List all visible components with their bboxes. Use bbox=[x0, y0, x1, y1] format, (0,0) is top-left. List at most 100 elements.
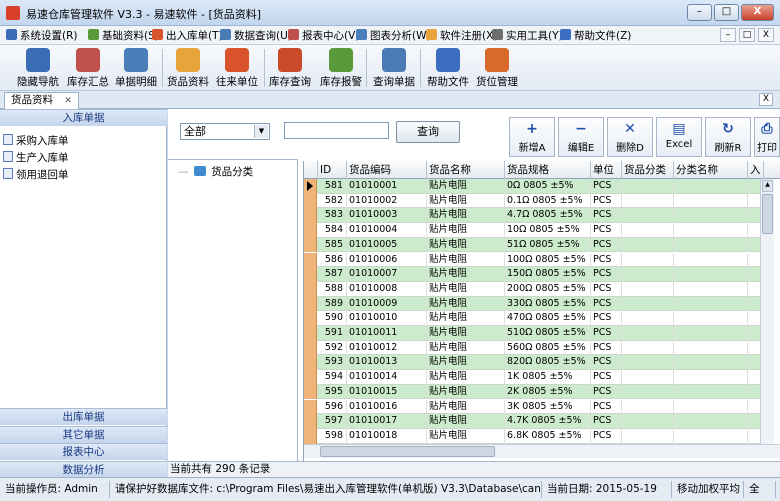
menu-item-5[interactable]: 图表分析(W) bbox=[370, 28, 431, 43]
toolbar-button-5[interactable]: 库存查询 bbox=[266, 47, 314, 89]
scroll-up-icon[interactable]: ▲ bbox=[762, 180, 773, 192]
nav-section-inbound[interactable]: 入库单据 bbox=[0, 109, 167, 126]
toolbar-button-0[interactable]: 隐藏导航 bbox=[14, 47, 62, 89]
grid-corner bbox=[304, 161, 318, 179]
action-button-4[interactable]: ↻ 刷新R bbox=[705, 117, 751, 157]
nav-section-0[interactable]: 出库单据 bbox=[0, 408, 167, 425]
column-header-6[interactable]: 分类名称 bbox=[674, 161, 748, 179]
toolbar-button-8[interactable]: 帮助文件 bbox=[424, 47, 472, 89]
maximize-button[interactable]: □ bbox=[714, 4, 739, 21]
row-header[interactable] bbox=[304, 252, 317, 268]
column-header-1[interactable]: 货品编码 bbox=[347, 161, 427, 179]
menu-item-7[interactable]: 实用工具(Y) bbox=[506, 28, 563, 43]
table-row[interactable]: 588 01010008 贴片电阻 200Ω 0805 ±5% PCS bbox=[304, 281, 760, 297]
chevron-down-icon[interactable]: ▼ bbox=[254, 125, 268, 138]
toolbar-button-7[interactable]: 查询单据 bbox=[368, 47, 420, 89]
close-button[interactable]: X bbox=[741, 4, 774, 21]
row-header[interactable] bbox=[304, 355, 317, 371]
tab-close-icon[interactable]: ✕ bbox=[64, 96, 72, 106]
table-row[interactable]: 598 01010018 贴片电阻 6.8K 0805 ±5% PCS bbox=[304, 428, 760, 444]
table-row[interactable]: 587 01010007 贴片电阻 150Ω 0805 ±5% PCS bbox=[304, 267, 760, 282]
nav-item-2[interactable]: 领用退回单 bbox=[3, 167, 69, 182]
menu-item-6[interactable]: 软件注册(X) bbox=[440, 28, 497, 43]
row-header[interactable] bbox=[304, 179, 317, 194]
minimize-button[interactable]: – bbox=[687, 4, 712, 21]
mdi-control-0[interactable]: – bbox=[720, 28, 736, 42]
table-row[interactable]: 585 01010005 贴片电阻 51Ω 0805 ±5% PCS bbox=[304, 237, 760, 253]
toolbar-button-3[interactable]: 货品资料 bbox=[164, 47, 212, 89]
action-button-1[interactable]: − 编辑E bbox=[558, 117, 604, 157]
row-header[interactable] bbox=[304, 326, 317, 341]
tree-root-node[interactable]: — 货品分类 bbox=[178, 164, 253, 179]
row-header[interactable] bbox=[304, 208, 317, 224]
menu-item-4[interactable]: 报表中心(V) bbox=[302, 28, 359, 43]
action-button-5[interactable]: ⎙ 打印 bbox=[754, 117, 780, 157]
toolbar-button-2[interactable]: 单据明细 bbox=[112, 47, 160, 89]
table-row[interactable]: 586 01010006 贴片电阻 100Ω 0805 ±5% PCS bbox=[304, 252, 760, 268]
table-row[interactable]: 582 01010002 贴片电阻 0.1Ω 0805 ±5% PCS bbox=[304, 193, 760, 209]
table-row[interactable]: 596 01010016 贴片电阻 3K 0805 ±5% PCS bbox=[304, 399, 760, 415]
toolbar-button-6[interactable]: 库存报警 bbox=[316, 47, 366, 89]
table-row[interactable]: 597 01010017 贴片电阻 4.7K 0805 ±5% PCS bbox=[304, 414, 760, 429]
toolbar-button-1[interactable]: 库存汇总 bbox=[64, 47, 112, 89]
nav-item-0[interactable]: 采购入库单 bbox=[3, 133, 69, 148]
tab-goods-info[interactable]: 货品资料 ✕ bbox=[4, 92, 79, 109]
row-header[interactable] bbox=[304, 414, 317, 429]
row-header[interactable] bbox=[304, 267, 317, 282]
nav-section-3[interactable]: 数据分析 bbox=[0, 460, 167, 478]
column-header-0[interactable]: ID bbox=[318, 161, 347, 179]
row-header[interactable] bbox=[304, 223, 317, 238]
row-header[interactable] bbox=[304, 281, 317, 297]
table-row[interactable]: 589 01010009 贴片电阻 330Ω 0805 ±5% PCS bbox=[304, 296, 760, 312]
table-row[interactable]: 593 01010013 贴片电阻 820Ω 0805 ±5% PCS bbox=[304, 355, 760, 371]
column-header-2[interactable]: 货品名称 bbox=[427, 161, 505, 179]
horizontal-scrollbar[interactable] bbox=[304, 444, 780, 458]
menu-item-2[interactable]: 出入库单(T) bbox=[166, 28, 223, 43]
table-row[interactable]: 584 01010004 贴片电阻 10Ω 0805 ±5% PCS bbox=[304, 223, 760, 238]
menu-item-1[interactable]: 基础资料(S) bbox=[102, 28, 159, 43]
table-row[interactable]: 592 01010012 贴片电阻 560Ω 0805 ±5% PCS bbox=[304, 340, 760, 356]
action-button-2[interactable]: ✕ 删除D bbox=[607, 117, 653, 157]
grid-cell: 583 bbox=[318, 208, 347, 224]
grid-cell: 贴片电阻 bbox=[427, 237, 505, 253]
row-header[interactable] bbox=[304, 311, 317, 326]
toolbar-button-4[interactable]: 往来单位 bbox=[212, 47, 262, 89]
row-header[interactable] bbox=[304, 193, 317, 209]
search-input[interactable] bbox=[284, 122, 389, 139]
hscroll-thumb[interactable] bbox=[320, 446, 495, 457]
nav-section-1[interactable]: 其它单据 bbox=[0, 425, 167, 443]
scroll-thumb[interactable] bbox=[762, 194, 773, 234]
category-select[interactable]: 全部 ▼ bbox=[180, 123, 270, 140]
table-row[interactable]: 583 01010003 贴片电阻 4.7Ω 0805 ±5% PCS bbox=[304, 208, 760, 224]
table-row[interactable]: 594 01010014 贴片电阻 1K 0805 ±5% PCS bbox=[304, 370, 760, 385]
column-header-3[interactable]: 货品规格 bbox=[505, 161, 591, 179]
menu-item-0[interactable]: 系统设置(R) bbox=[20, 28, 78, 43]
row-header[interactable] bbox=[304, 370, 317, 385]
nav-item-1[interactable]: 生产入库单 bbox=[3, 150, 69, 165]
vertical-scrollbar[interactable]: ▲ bbox=[760, 179, 774, 444]
table-row[interactable]: 591 01010011 贴片电阻 510Ω 0805 ±5% PCS bbox=[304, 326, 760, 341]
row-header[interactable] bbox=[304, 399, 317, 415]
column-header-5[interactable]: 货品分类 bbox=[622, 161, 674, 179]
menu-item-8[interactable]: 帮助文件(Z) bbox=[574, 28, 631, 43]
row-header[interactable] bbox=[304, 428, 317, 444]
grid-cell bbox=[674, 281, 748, 297]
close-tab-icon[interactable]: X bbox=[759, 93, 773, 106]
column-header-4[interactable]: 单位 bbox=[591, 161, 622, 179]
column-header-7[interactable]: 入 bbox=[748, 161, 764, 179]
table-row[interactable]: 581 01010001 贴片电阻 0Ω 0805 ±5% PCS bbox=[304, 179, 760, 194]
mdi-control-1[interactable]: □ bbox=[739, 28, 755, 42]
toolbar-button-9[interactable]: 货位管理 bbox=[472, 47, 522, 89]
action-button-3[interactable]: ▤ Excel bbox=[656, 117, 702, 157]
table-row[interactable]: 595 01010015 贴片电阻 2K 0805 ±5% PCS bbox=[304, 384, 760, 400]
table-row[interactable]: 590 01010010 贴片电阻 470Ω 0805 ±5% PCS bbox=[304, 311, 760, 326]
query-button[interactable]: 查询 bbox=[396, 121, 460, 143]
row-header[interactable] bbox=[304, 296, 317, 312]
action-button-0[interactable]: + 新增A bbox=[509, 117, 555, 157]
mdi-control-2[interactable]: X bbox=[758, 28, 774, 42]
menu-item-3[interactable]: 数据查询(U) bbox=[234, 28, 292, 43]
row-header[interactable] bbox=[304, 237, 317, 253]
row-header[interactable] bbox=[304, 384, 317, 400]
nav-section-2[interactable]: 报表中心 bbox=[0, 443, 167, 460]
row-header[interactable] bbox=[304, 340, 317, 356]
